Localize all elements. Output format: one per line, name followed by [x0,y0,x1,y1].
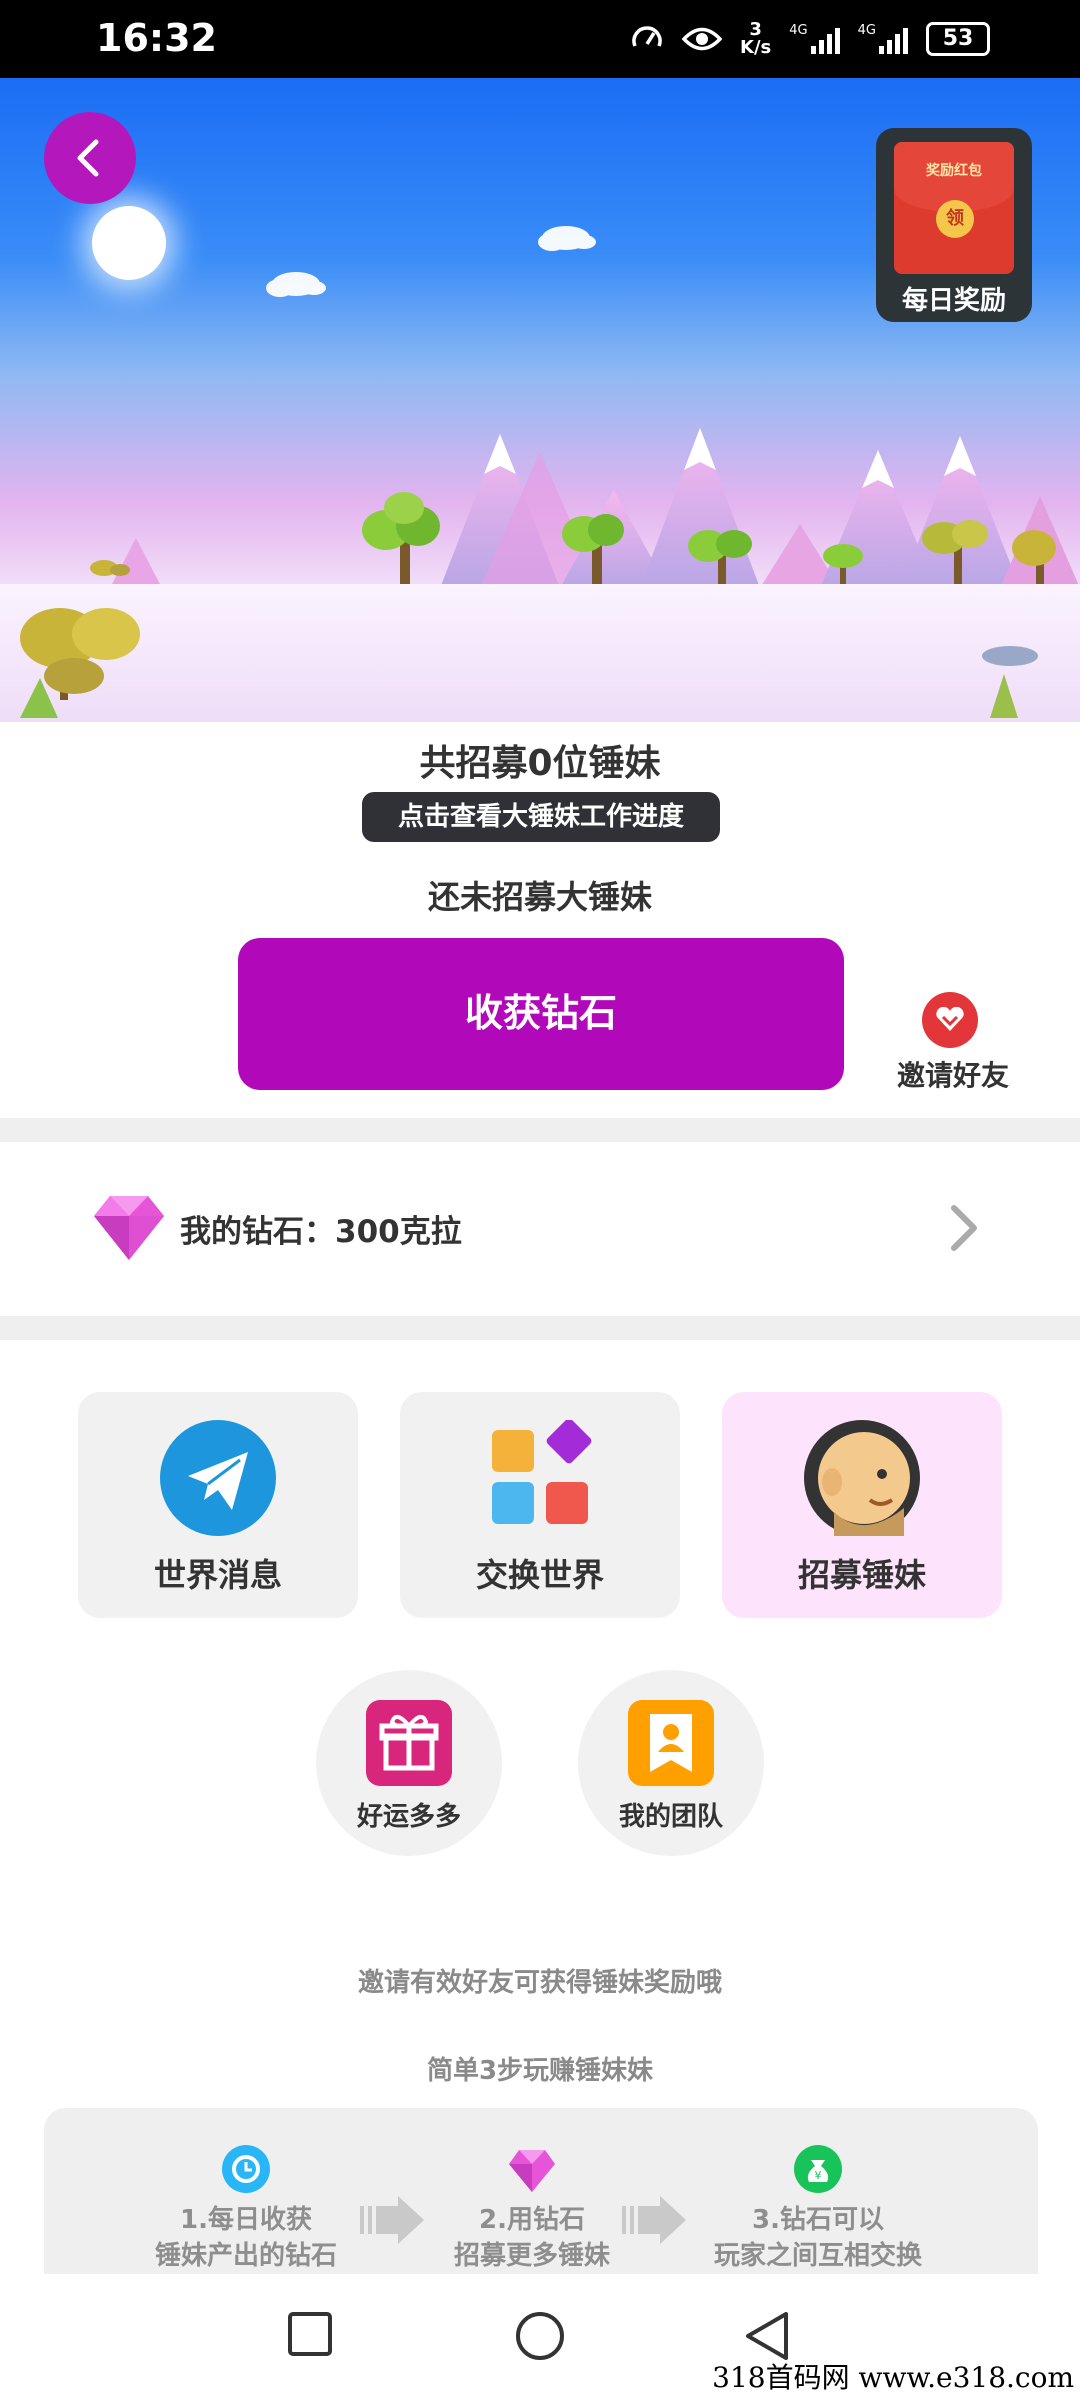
step-1: 1.每日收获 锤妹产出的钻石 [136,2144,356,2274]
chevron-right-icon [951,1205,977,1251]
gift-icon [366,1700,452,1786]
divider [0,1118,1080,1142]
tile-good-luck[interactable]: 好运多多 [316,1670,502,1856]
tile-label: 交换世界 [475,1556,604,1594]
tile-world-messages[interactable]: 世界消息 [78,1392,358,1618]
watermark: 318首码网 www.e318.com [712,2361,1074,2394]
diamond-icon [509,2150,555,2192]
tile-label: 招募锤妹 [797,1556,926,1594]
recruit-status-text: 还未招募大锤妹 [427,878,652,916]
divider [0,1316,1080,1340]
hero-banner: 奖励红包 领 每日奖励 [0,78,1080,722]
money-bag-icon: ¥ [794,2145,842,2193]
tile-label: 世界消息 [153,1556,282,1594]
step-2: 2.用钻石 招募更多锤妹 [422,2144,642,2274]
invite-heart-icon [922,992,978,1048]
signal-1-icon: 4G [789,24,840,54]
status-icons: 3 K/s 4G 4G 53 [630,14,990,64]
paper-plane-icon [160,1420,276,1536]
back-nav-icon[interactable] [744,2310,792,2362]
clock-icon [222,2145,270,2193]
eye-icon [682,27,723,51]
harvest-diamonds-button[interactable]: 收获钻石 [238,938,844,1090]
envelope-title: 奖励红包 [926,163,982,179]
status-time: 16:32 [96,16,217,60]
back-button[interactable] [44,112,136,204]
status-bar: 16:32 3 K/s 4G 4G 53 [0,0,1080,78]
daily-reward-label: 每日奖励 [901,286,1006,316]
battery-icon: 53 [926,22,990,56]
steps-title: 简单3步玩赚锤妹妹 [426,2056,654,2086]
chevron-left-icon [77,139,99,177]
diamond-icon [94,1196,164,1260]
steps-panel: 1.每日收获 锤妹产出的钻石 2.用钻石 招募更多锤妹 ¥ 3.钻石可以 玩家之间互相… [44,2108,1038,2274]
arrow-right-icon [622,2196,686,2244]
invite-friends-button[interactable]: 邀请好友 [888,990,1018,1092]
signal-2-icon: 4G [858,24,908,54]
home-icon[interactable] [514,2310,566,2362]
system-nav-bar: 318首码网 www.e318.com [0,2274,1080,2400]
svg-text:¥: ¥ [815,2169,822,2182]
tile-recruit[interactable]: 招募锤妹 [722,1392,1002,1618]
round-tile-label: 好运多多 [356,1802,461,1832]
team-badge-icon [628,1700,714,1786]
round-tile-label: 我的团队 [618,1802,723,1832]
character-avatar-icon [804,1420,920,1536]
my-diamonds-label: 我的钻石：300克拉 [180,1214,462,1250]
tile-exchange-world[interactable]: 交换世界 [400,1392,680,1618]
tile-my-team[interactable]: 我的团队 [578,1670,764,1856]
daily-reward-button[interactable]: 奖励红包 领 每日奖励 [876,128,1032,322]
invite-reward-note: 邀请有效好友可获得锤妹奖励哦 [357,1968,722,1998]
step-3: ¥ 3.钻石可以 玩家之间互相交换 [708,2144,928,2274]
work-progress-button[interactable]: 点击查看大锤妹工作进度 [362,792,720,842]
recent-apps-icon[interactable] [286,2310,334,2358]
red-envelope-icon: 奖励红包 领 [894,142,1014,274]
sun-decoration [92,206,166,280]
network-speed: 3 K/s [740,19,772,58]
app-grid-icon [492,1420,592,1524]
speedometer-icon [632,26,662,47]
arrow-right-icon [360,2196,424,2244]
envelope-coin: 领 [936,200,974,238]
my-diamonds-row[interactable]: 我的钻石：300克拉 [0,1142,1080,1314]
recruit-count-title: 共招募0位锤妹 [419,743,661,784]
invite-friends-label: 邀请好友 [896,1059,1009,1092]
